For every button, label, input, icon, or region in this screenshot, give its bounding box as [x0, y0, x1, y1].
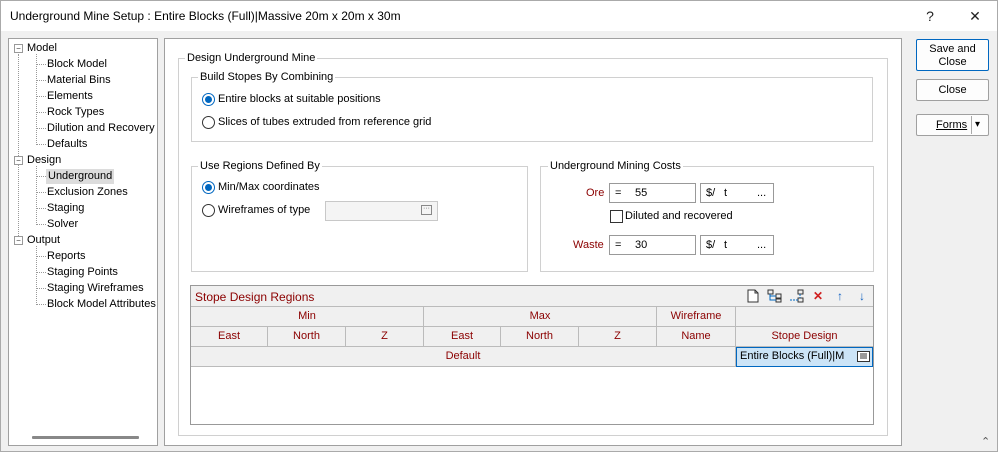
tree-item-block-model-attributes[interactable]: Block Model Attributes	[47, 298, 156, 310]
tree-item-rock-types[interactable]: Rock Types	[47, 106, 104, 118]
header-blank	[736, 307, 873, 327]
ore-unit-prefix: $/	[706, 187, 716, 199]
navigation-tree: − Model Block Model Material Bins Elemen…	[8, 38, 158, 446]
grid-title: Stope Design Regions	[195, 290, 315, 304]
waste-equals: =	[615, 239, 622, 251]
stope-design-cell[interactable]: Entire Blocks (Full)|M	[736, 347, 873, 367]
tree-node-design[interactable]: Design	[27, 154, 61, 166]
diluted-recovered-label[interactable]: Diluted and recovered	[625, 210, 733, 222]
col-max-z[interactable]: Z	[579, 327, 657, 347]
min-max-label[interactable]: Min/Max coordinates	[218, 181, 320, 193]
tree-item-exclusion-zones[interactable]: Exclusion Zones	[47, 186, 128, 198]
col-max-north[interactable]: North	[501, 327, 579, 347]
waste-unit-browse-button[interactable]: ...	[757, 236, 766, 254]
wireframe-type-browse-icon[interactable]: ···	[421, 205, 432, 215]
waste-unit-field[interactable]: $/ t ...	[700, 235, 774, 255]
waste-unit: t	[724, 239, 728, 251]
tree-item-staging[interactable]: Staging	[47, 202, 84, 214]
close-button[interactable]: Close	[916, 79, 989, 101]
tree-item-material-bins[interactable]: Material Bins	[47, 74, 111, 86]
ore-unit-field[interactable]: $/ t ...	[700, 183, 774, 203]
move-down-icon[interactable]: ↓	[855, 289, 869, 303]
collapse-output-icon[interactable]: −	[14, 236, 23, 245]
forms-button[interactable]: Forms ▾	[916, 114, 989, 136]
design-underground-label: Design Underground Mine	[185, 52, 318, 64]
ore-unit-browse-button[interactable]: ...	[757, 184, 766, 202]
header-max: Max	[424, 307, 657, 327]
tree-item-elements[interactable]: Elements	[47, 90, 93, 102]
waste-cost-field[interactable]: = 30	[609, 235, 696, 255]
tree-node-model[interactable]: Model	[27, 42, 57, 54]
entire-blocks-radio[interactable]	[202, 93, 215, 106]
tree-item-block-model[interactable]: Block Model	[47, 58, 107, 70]
mining-costs-label: Underground Mining Costs	[548, 160, 683, 172]
ore-unit: t	[724, 187, 728, 199]
delete-row-icon[interactable]: ✕	[811, 289, 825, 303]
waste-unit-prefix: $/	[706, 239, 716, 251]
stope-design-value: Entire Blocks (Full)|M	[740, 350, 845, 362]
grid-toolbar: Stope Design Regions ✕ ↑ ↓	[191, 286, 873, 307]
save-and-close-line1: Save and	[929, 43, 976, 55]
wireframes-of-type-radio[interactable]	[202, 204, 215, 217]
tree-item-staging-points[interactable]: Staging Points	[47, 266, 118, 278]
title-bar: Underground Mine Setup : Entire Blocks (…	[1, 1, 997, 31]
move-up-icon[interactable]: ↑	[833, 289, 847, 303]
col-stope-design[interactable]: Stope Design	[736, 327, 873, 347]
new-row-icon[interactable]	[746, 289, 760, 303]
insert-row-icon[interactable]	[767, 289, 782, 303]
stope-design-regions-grid: Stope Design Regions ✕ ↑ ↓ Min Max Wiref…	[190, 285, 874, 425]
tree-item-solver[interactable]: Solver	[47, 218, 78, 230]
waste-label: Waste	[573, 239, 604, 251]
tree-item-staging-wireframes[interactable]: Staging Wireframes	[47, 282, 144, 294]
col-min-z[interactable]: Z	[346, 327, 424, 347]
diluted-recovered-checkbox[interactable]	[610, 210, 623, 223]
ore-label: Ore	[586, 187, 605, 199]
min-max-radio[interactable]	[202, 181, 215, 194]
dialog-window: Underground Mine Setup : Entire Blocks (…	[0, 0, 998, 452]
build-stopes-group	[191, 77, 873, 142]
wireframes-of-type-label[interactable]: Wireframes of type	[218, 204, 310, 216]
tree-node-output[interactable]: Output	[27, 234, 60, 246]
tree-horizontal-scrollbar[interactable]	[32, 436, 139, 439]
insert-child-icon[interactable]	[789, 289, 804, 303]
tree-item-dilution-recovery[interactable]: Dilution and Recovery	[47, 122, 155, 134]
ore-equals: =	[615, 187, 622, 199]
collapse-design-icon[interactable]: −	[14, 156, 23, 165]
save-and-close-button[interactable]: Save and Close	[916, 39, 989, 71]
slices-of-tubes-label[interactable]: Slices of tubes extruded from reference …	[218, 116, 431, 128]
close-window-button[interactable]: ✕	[961, 5, 989, 27]
window-title: Underground Mine Setup : Entire Blocks (…	[10, 9, 401, 23]
entire-blocks-label[interactable]: Entire blocks at suitable positions	[218, 93, 381, 105]
ore-value: 55	[635, 187, 648, 199]
collapse-model-icon[interactable]: −	[14, 44, 23, 53]
col-min-east[interactable]: East	[191, 327, 268, 347]
row-default-label[interactable]: Default	[191, 347, 736, 367]
header-min: Min	[191, 307, 424, 327]
help-button[interactable]: ?	[916, 5, 944, 27]
resize-grip-icon[interactable]: ⌃	[981, 435, 990, 448]
forms-label: Forms	[936, 119, 968, 131]
tree-item-defaults[interactable]: Defaults	[47, 138, 87, 150]
forms-dropdown-icon[interactable]: ▾	[975, 115, 980, 135]
slices-of-tubes-radio[interactable]	[202, 116, 215, 129]
header-wireframe: Wireframe	[657, 307, 736, 327]
col-min-north[interactable]: North	[268, 327, 346, 347]
ore-cost-field[interactable]: = 55	[609, 183, 696, 203]
stope-design-browse-icon[interactable]	[857, 351, 870, 362]
waste-value: 30	[635, 239, 648, 251]
tree-item-reports[interactable]: Reports	[47, 250, 86, 262]
use-regions-label: Use Regions Defined By	[198, 160, 322, 172]
col-max-east[interactable]: East	[424, 327, 501, 347]
tree-item-underground[interactable]: Underground	[46, 169, 115, 184]
save-and-close-line2: Close	[938, 56, 967, 68]
col-wireframe-name[interactable]: Name	[657, 327, 736, 347]
build-stopes-label: Build Stopes By Combining	[198, 71, 336, 83]
